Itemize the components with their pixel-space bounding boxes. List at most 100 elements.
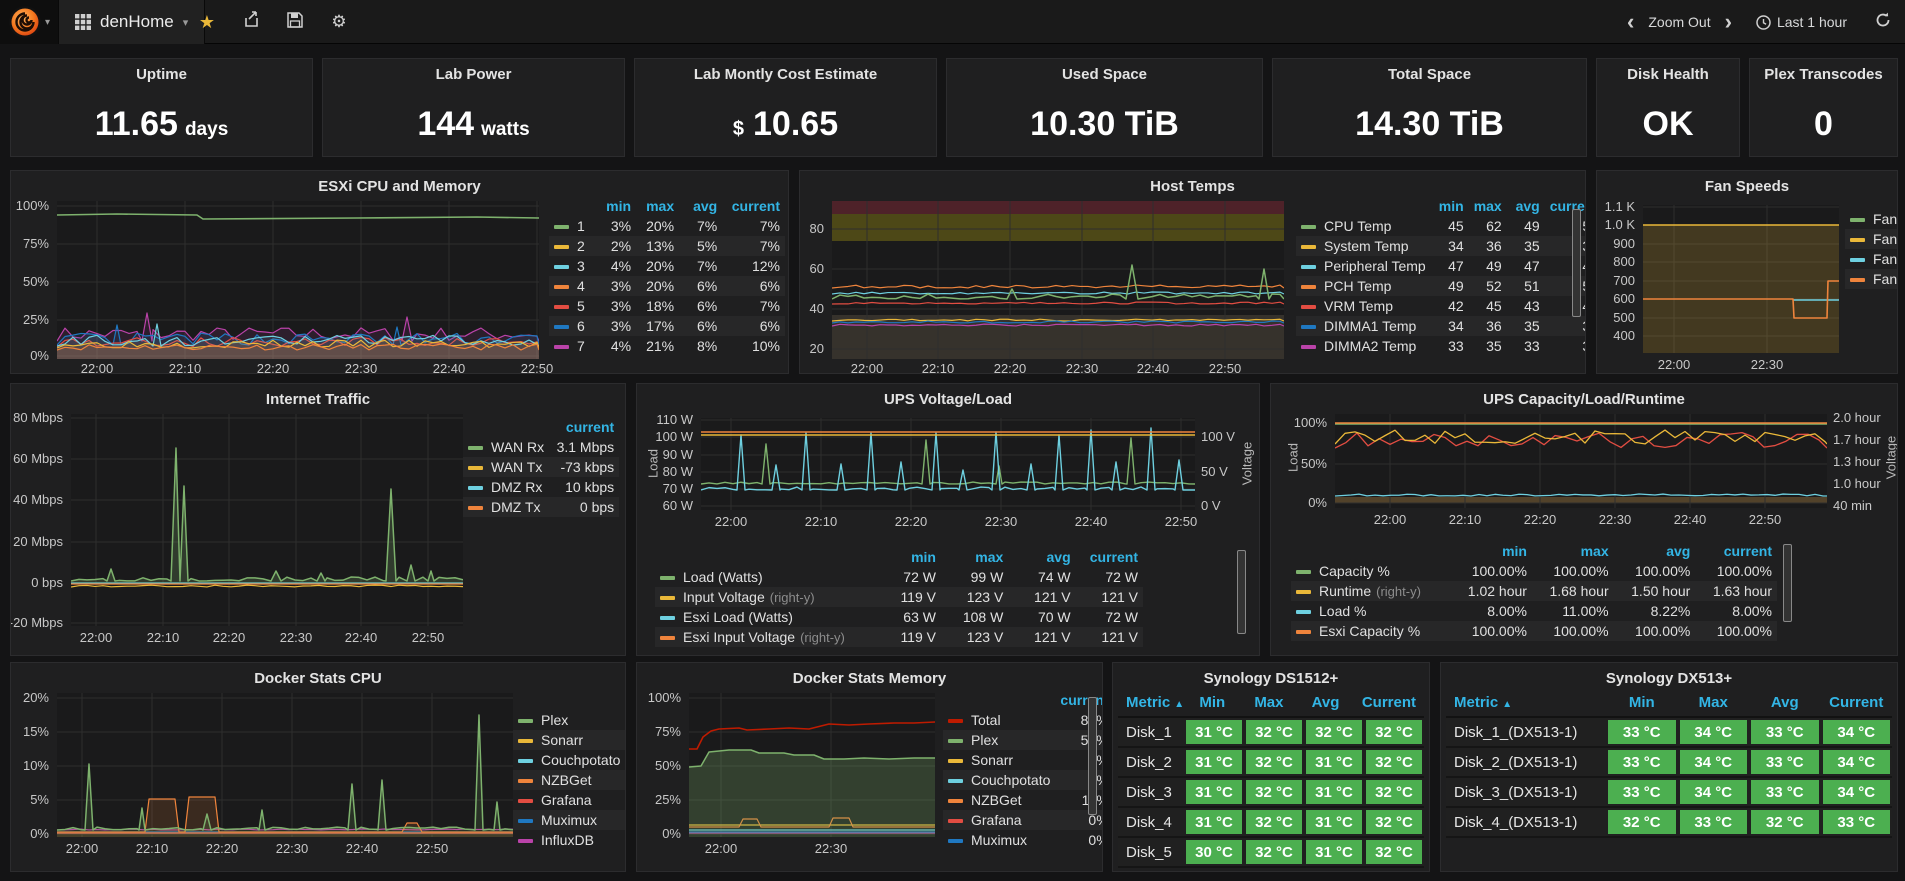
legend-item[interactable]: 4 3% 20% 6% 6% — [549, 276, 785, 296]
legend-scrollbar[interactable] — [1088, 697, 1097, 815]
table-column-header[interactable]: Metric ▲ — [1118, 689, 1184, 716]
legend-item[interactable]: 3 4% 20% 7% 12% — [549, 256, 785, 276]
legend-item[interactable]: CPU Temp45624950 — [1296, 216, 1585, 236]
legend-item[interactable]: 2 2% 13% 5% 7% — [549, 236, 785, 256]
legend-column-header[interactable]: current — [549, 418, 619, 437]
legend-item[interactable]: Esxi Capacity % 100.00% 100.00% 100.00% 100.… — [1291, 621, 1777, 641]
legend-item[interactable]: Muximux 0% — [943, 830, 1102, 850]
legend-item[interactable]: WAN Tx -73 kbps — [463, 457, 620, 477]
legend-column-header[interactable]: min — [1450, 542, 1532, 561]
esxi-chart[interactable] — [57, 201, 539, 359]
legend-scrollbar[interactable] — [1783, 544, 1792, 622]
fan-speeds-chart[interactable] — [1643, 205, 1839, 353]
panel-title[interactable]: Lab Power — [323, 66, 624, 83]
ups-voltage-chart[interactable] — [701, 418, 1195, 510]
legend-item[interactable]: Grafana0% — [943, 810, 1102, 830]
legend-item[interactable]: Couchpotato1% — [943, 770, 1102, 790]
panel-title[interactable]: UPS Voltage/Load — [637, 391, 1259, 408]
legend-item[interactable]: Load % 8.00% 11.00% 8.22% 8.00% — [1291, 601, 1777, 621]
legend-item[interactable]: Load (Watts) 72 W 99 W 74 W 72 W — [655, 567, 1143, 587]
ups-capacity-chart[interactable] — [1335, 414, 1827, 508]
internet-chart[interactable] — [71, 414, 463, 626]
table-column-header[interactable]: Avg — [1297, 689, 1354, 716]
time-back-chevron[interactable]: ‹ — [1627, 11, 1634, 33]
legend-item[interactable]: Couchpotato0% — [513, 750, 625, 770]
legend-item[interactable]: 6 3% 17% 6% 6% — [549, 316, 785, 336]
legend-item[interactable]: NZBGet 0% — [513, 770, 625, 790]
table-column-header[interactable]: Min — [1184, 689, 1241, 716]
panel-title[interactable]: UPS Capacity/Load/Runtime — [1271, 391, 1897, 408]
zoom-out-button[interactable]: Zoom Out — [1648, 14, 1710, 30]
panel-title[interactable]: Host Temps — [800, 178, 1585, 195]
legend-item[interactable]: InfluxDB 0% — [513, 830, 625, 850]
legend-item[interactable]: Esxi Input Voltage (right-y) 119 V 123 V 121… — [655, 627, 1143, 647]
save-icon[interactable] — [284, 11, 306, 33]
legend-column-header[interactable]: current — [625, 691, 626, 710]
table-column-header[interactable]: Avg — [1749, 689, 1821, 716]
legend-column-header[interactable]: avg — [1614, 542, 1696, 561]
legend-column-header[interactable]: avg — [1008, 548, 1075, 567]
legend-item[interactable]: 5 3% 18% 6% 7% — [549, 296, 785, 316]
legend-item[interactable]: Sonarr 0% — [513, 730, 625, 750]
settings-gear-icon[interactable]: ⚙ — [328, 12, 350, 32]
panel-title[interactable]: Used Space — [947, 66, 1262, 83]
panel-title[interactable]: Disk Health — [1597, 66, 1739, 83]
panel-title[interactable]: Uptime — [11, 66, 312, 83]
table-column-header[interactable]: Max — [1241, 689, 1298, 716]
legend-column-header[interactable]: current — [1695, 542, 1777, 561]
grafana-logo[interactable]: ▾ — [0, 0, 58, 44]
legend-item[interactable]: VRM Temp42454345 — [1296, 296, 1585, 316]
table-column-header[interactable]: Current — [1821, 689, 1893, 716]
panel-title[interactable]: Docker Stats Memory — [637, 670, 1102, 687]
legend-item[interactable]: System Temp34363536 — [1296, 236, 1585, 256]
legend-item[interactable]: Input Voltage (right-y) 119 V 123 V 121 V 121… — [655, 587, 1143, 607]
legend-item[interactable]: Grafana0% — [513, 790, 625, 810]
legend-item[interactable]: Sonarr6% — [943, 750, 1102, 770]
table-column-header[interactable]: Current — [1354, 689, 1424, 716]
panel-title[interactable]: Internet Traffic — [11, 391, 625, 408]
legend-column-header[interactable]: min — [874, 548, 941, 567]
legend-item[interactable]: Peripheral Temp47494748 — [1296, 256, 1585, 276]
legend-item[interactable]: Fan A — [1845, 269, 1897, 289]
legend-item[interactable]: Esxi Load (Watts) 63 W 108 W 70 W 72 W — [655, 607, 1143, 627]
table-column-header[interactable]: Min — [1606, 689, 1678, 716]
legend-item[interactable]: 7 4% 21% 8% 10% — [549, 336, 785, 356]
legend-item[interactable]: DIMMA2 Temp 33 35 33 34 — [1296, 336, 1585, 356]
legend-column-header[interactable]: avg — [679, 197, 722, 216]
legend-scrollbar[interactable] — [1572, 209, 1581, 317]
docker-memory-chart[interactable] — [689, 693, 935, 837]
legend-item[interactable]: Plex59% — [943, 730, 1102, 750]
legend-item[interactable]: PCH Temp49525152 — [1296, 276, 1585, 296]
refresh-icon[interactable] — [1875, 12, 1891, 33]
panel-title[interactable]: Plex Transcodes — [1750, 66, 1897, 83]
legend-item[interactable]: DIMMA1 Temp 34 36 35 36 — [1296, 316, 1585, 336]
legend-item[interactable]: DMZ Rx 10 kbps — [463, 477, 619, 497]
legend-column-header[interactable]: min — [1431, 197, 1469, 216]
table-column-header[interactable]: Metric ▲ — [1446, 689, 1606, 716]
legend-column-header[interactable]: min — [593, 197, 636, 216]
panel-title[interactable]: Synology DX513+ — [1441, 670, 1897, 687]
table-column-header[interactable]: Max — [1678, 689, 1750, 716]
legend-column-header[interactable]: max — [1532, 542, 1614, 561]
panel-title[interactable]: ESXi CPU and Memory — [11, 178, 788, 195]
legend-item[interactable]: Plex 5% — [513, 710, 625, 730]
time-forward-chevron[interactable]: › — [1725, 11, 1732, 33]
legend-item[interactable]: WAN Rx 3.1 Mbps — [463, 437, 619, 457]
panel-title[interactable]: Lab Montly Cost Estimate — [635, 66, 936, 83]
panel-title[interactable]: Total Space — [1273, 66, 1586, 83]
favorite-star-icon[interactable]: ★ — [196, 12, 218, 33]
legend-item[interactable]: 1 3% 20% 7% 7% — [549, 216, 785, 236]
share-icon[interactable] — [240, 11, 262, 33]
legend-column-header[interactable]: current — [722, 197, 785, 216]
panel-title[interactable]: Fan Speeds — [1597, 178, 1897, 195]
legend-column-header[interactable]: max — [941, 548, 1008, 567]
host-temps-chart[interactable] — [832, 201, 1284, 359]
legend-column-header[interactable]: avg — [1507, 197, 1545, 216]
legend-item[interactable]: Fan 3 — [1845, 229, 1897, 249]
legend-column-header[interactable]: current — [1076, 548, 1143, 567]
docker-cpu-chart[interactable] — [57, 693, 513, 837]
legend-scrollbar[interactable] — [1237, 550, 1246, 634]
legend-item[interactable]: NZBGet11% — [943, 790, 1102, 810]
legend-item[interactable]: DMZ Tx 0 bps — [463, 497, 620, 517]
legend-column-header[interactable]: max — [1469, 197, 1507, 216]
